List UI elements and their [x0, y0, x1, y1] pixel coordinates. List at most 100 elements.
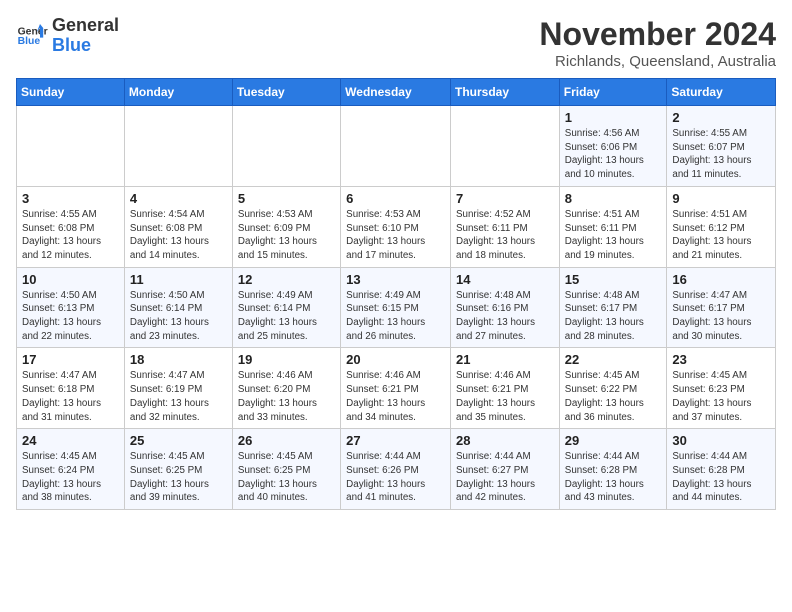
logo-text: General Blue [52, 16, 119, 56]
day-number: 16 [672, 272, 770, 287]
day-info: Sunrise: 4:47 AM Sunset: 6:17 PM Dayligh… [672, 289, 770, 344]
calendar-cell: 13Sunrise: 4:49 AM Sunset: 6:15 PM Dayli… [341, 267, 451, 348]
day-info: Sunrise: 4:44 AM Sunset: 6:28 PM Dayligh… [672, 450, 770, 505]
day-number: 30 [672, 433, 770, 448]
day-number: 6 [346, 191, 445, 206]
calendar-cell: 23 Sunrise: 4:45 AM Sunset: 6:23 PM Dayli… [667, 348, 776, 429]
day-info: Sunrise: 4:44 AM Sunset: 6:27 PM Dayligh… [456, 450, 554, 505]
day-number: 5 [238, 191, 335, 206]
day-info: Sunrise: 4:45 AM Sunset: 6:22 PM Dayligh… [565, 369, 662, 424]
day-number: 3 [22, 191, 119, 206]
calendar-cell: 8 Sunrise: 4:51 AM Sunset: 6:11 PM Daylig… [559, 186, 667, 267]
day-info: Sunrise: 4:46 AM Sunset: 6:20 PM Dayligh… [238, 369, 335, 424]
calendar-cell: 25 Sunrise: 4:45 AM Sunset: 6:25 PM Dayli… [124, 429, 232, 510]
calendar-cell: 10Sunrise: 4:50 AM Sunset: 6:13 PM Dayli… [17, 267, 125, 348]
day-info: Sunrise: 4:46 AM Sunset: 6:21 PM Dayligh… [456, 369, 554, 424]
calendar-cell: 9Sunrise: 4:51 AM Sunset: 6:12 PM Daylig… [667, 186, 776, 267]
day-info: Sunrise: 4:55 AM Sunset: 6:07 PM Dayligh… [672, 127, 770, 182]
day-number: 14 [456, 272, 554, 287]
title-area: November 2024 Richlands, Queensland, Aus… [539, 16, 776, 70]
day-number: 15 [565, 272, 662, 287]
day-number: 25 [130, 433, 227, 448]
calendar-cell: 15 Sunrise: 4:48 AM Sunset: 6:17 PM Dayli… [559, 267, 667, 348]
calendar-cell [17, 106, 125, 187]
calendar-cell: 29 Sunrise: 4:44 AM Sunset: 6:28 PM Dayli… [559, 429, 667, 510]
day-info: Sunrise: 4:50 AM Sunset: 6:13 PM Dayligh… [22, 289, 119, 344]
calendar-cell [451, 106, 560, 187]
day-number: 12 [238, 272, 335, 287]
calendar-cell [232, 106, 340, 187]
calendar-cell: 21 Sunrise: 4:46 AM Sunset: 6:21 PM Dayli… [451, 348, 560, 429]
day-info: Sunrise: 4:49 AM Sunset: 6:14 PM Dayligh… [238, 289, 335, 344]
day-header-saturday: Saturday [667, 79, 776, 106]
day-number: 13 [346, 272, 445, 287]
calendar-cell: 18 Sunrise: 4:47 AM Sunset: 6:19 PM Dayli… [124, 348, 232, 429]
day-number: 29 [565, 433, 662, 448]
logo-icon: General Blue [16, 20, 48, 52]
calendar-cell: 19 Sunrise: 4:46 AM Sunset: 6:20 PM Dayli… [232, 348, 340, 429]
calendar-cell: 26Sunrise: 4:45 AM Sunset: 6:25 PM Dayli… [232, 429, 340, 510]
day-header-friday: Friday [559, 79, 667, 106]
calendar-cell: 4 Sunrise: 4:54 AM Sunset: 6:08 PM Daylig… [124, 186, 232, 267]
day-info: Sunrise: 4:47 AM Sunset: 6:18 PM Dayligh… [22, 369, 119, 424]
calendar-body: 1 Sunrise: 4:56 AM Sunset: 6:06 PM Daylig… [17, 106, 776, 510]
calendar-cell [341, 106, 451, 187]
day-info: Sunrise: 4:45 AM Sunset: 6:25 PM Dayligh… [238, 450, 335, 505]
day-header-tuesday: Tuesday [232, 79, 340, 106]
calendar-cell: 30 Sunrise: 4:44 AM Sunset: 6:28 PM Dayli… [667, 429, 776, 510]
calendar-cell: 3Sunrise: 4:55 AM Sunset: 6:08 PM Daylig… [17, 186, 125, 267]
day-info: Sunrise: 4:44 AM Sunset: 6:28 PM Dayligh… [565, 450, 662, 505]
day-number: 19 [238, 352, 335, 367]
day-info: Sunrise: 4:53 AM Sunset: 6:10 PM Dayligh… [346, 208, 445, 263]
calendar-cell: 14Sunrise: 4:48 AM Sunset: 6:16 PM Dayli… [451, 267, 560, 348]
calendar-cell: 27 Sunrise: 4:44 AM Sunset: 6:26 PM Dayli… [341, 429, 451, 510]
day-info: Sunrise: 4:54 AM Sunset: 6:08 PM Dayligh… [130, 208, 227, 263]
month-title: November 2024 [539, 16, 776, 53]
week-row-4: 17 Sunrise: 4:47 AM Sunset: 6:18 PM Dayli… [17, 348, 776, 429]
day-info: Sunrise: 4:44 AM Sunset: 6:26 PM Dayligh… [346, 450, 445, 505]
day-number: 21 [456, 352, 554, 367]
day-info: Sunrise: 4:45 AM Sunset: 6:24 PM Dayligh… [22, 450, 119, 505]
week-row-5: 24Sunrise: 4:45 AM Sunset: 6:24 PM Dayli… [17, 429, 776, 510]
calendar-cell: 22Sunrise: 4:45 AM Sunset: 6:22 PM Dayli… [559, 348, 667, 429]
calendar-cell: 6 Sunrise: 4:53 AM Sunset: 6:10 PM Daylig… [341, 186, 451, 267]
calendar-cell: 20 Sunrise: 4:46 AM Sunset: 6:21 PM Dayli… [341, 348, 451, 429]
day-info: Sunrise: 4:48 AM Sunset: 6:17 PM Dayligh… [565, 289, 662, 344]
calendar-cell: 12 Sunrise: 4:49 AM Sunset: 6:14 PM Dayli… [232, 267, 340, 348]
calendar-cell [124, 106, 232, 187]
calendar-cell: 1 Sunrise: 4:56 AM Sunset: 6:06 PM Daylig… [559, 106, 667, 187]
day-number: 2 [672, 110, 770, 125]
day-number: 20 [346, 352, 445, 367]
day-header-sunday: Sunday [17, 79, 125, 106]
day-number: 27 [346, 433, 445, 448]
calendar-cell: 7Sunrise: 4:52 AM Sunset: 6:11 PM Daylig… [451, 186, 560, 267]
week-row-2: 3Sunrise: 4:55 AM Sunset: 6:08 PM Daylig… [17, 186, 776, 267]
day-number: 8 [565, 191, 662, 206]
day-number: 23 [672, 352, 770, 367]
calendar-cell: 5 Sunrise: 4:53 AM Sunset: 6:09 PM Daylig… [232, 186, 340, 267]
day-info: Sunrise: 4:45 AM Sunset: 6:23 PM Dayligh… [672, 369, 770, 424]
logo: General Blue General Blue [16, 16, 119, 56]
calendar-cell: 17 Sunrise: 4:47 AM Sunset: 6:18 PM Dayli… [17, 348, 125, 429]
day-number: 4 [130, 191, 227, 206]
day-info: Sunrise: 4:56 AM Sunset: 6:06 PM Dayligh… [565, 127, 662, 182]
day-info: Sunrise: 4:51 AM Sunset: 6:12 PM Dayligh… [672, 208, 770, 263]
calendar-cell: 2 Sunrise: 4:55 AM Sunset: 6:07 PM Daylig… [667, 106, 776, 187]
calendar-header-row: SundayMondayTuesdayWednesdayThursdayFrid… [17, 79, 776, 106]
day-info: Sunrise: 4:45 AM Sunset: 6:25 PM Dayligh… [130, 450, 227, 505]
day-info: Sunrise: 4:47 AM Sunset: 6:19 PM Dayligh… [130, 369, 227, 424]
calendar-cell: 28Sunrise: 4:44 AM Sunset: 6:27 PM Dayli… [451, 429, 560, 510]
day-info: Sunrise: 4:52 AM Sunset: 6:11 PM Dayligh… [456, 208, 554, 263]
week-row-1: 1 Sunrise: 4:56 AM Sunset: 6:06 PM Daylig… [17, 106, 776, 187]
day-number: 18 [130, 352, 227, 367]
day-info: Sunrise: 4:51 AM Sunset: 6:11 PM Dayligh… [565, 208, 662, 263]
location-title: Richlands, Queensland, Australia [539, 53, 776, 70]
day-info: Sunrise: 4:46 AM Sunset: 6:21 PM Dayligh… [346, 369, 445, 424]
calendar-cell: 24Sunrise: 4:45 AM Sunset: 6:24 PM Dayli… [17, 429, 125, 510]
day-number: 17 [22, 352, 119, 367]
day-info: Sunrise: 4:53 AM Sunset: 6:09 PM Dayligh… [238, 208, 335, 263]
header: General Blue General Blue November 2024 … [16, 16, 776, 70]
day-number: 1 [565, 110, 662, 125]
svg-text:Blue: Blue [18, 36, 41, 47]
calendar-cell: 16 Sunrise: 4:47 AM Sunset: 6:17 PM Dayli… [667, 267, 776, 348]
